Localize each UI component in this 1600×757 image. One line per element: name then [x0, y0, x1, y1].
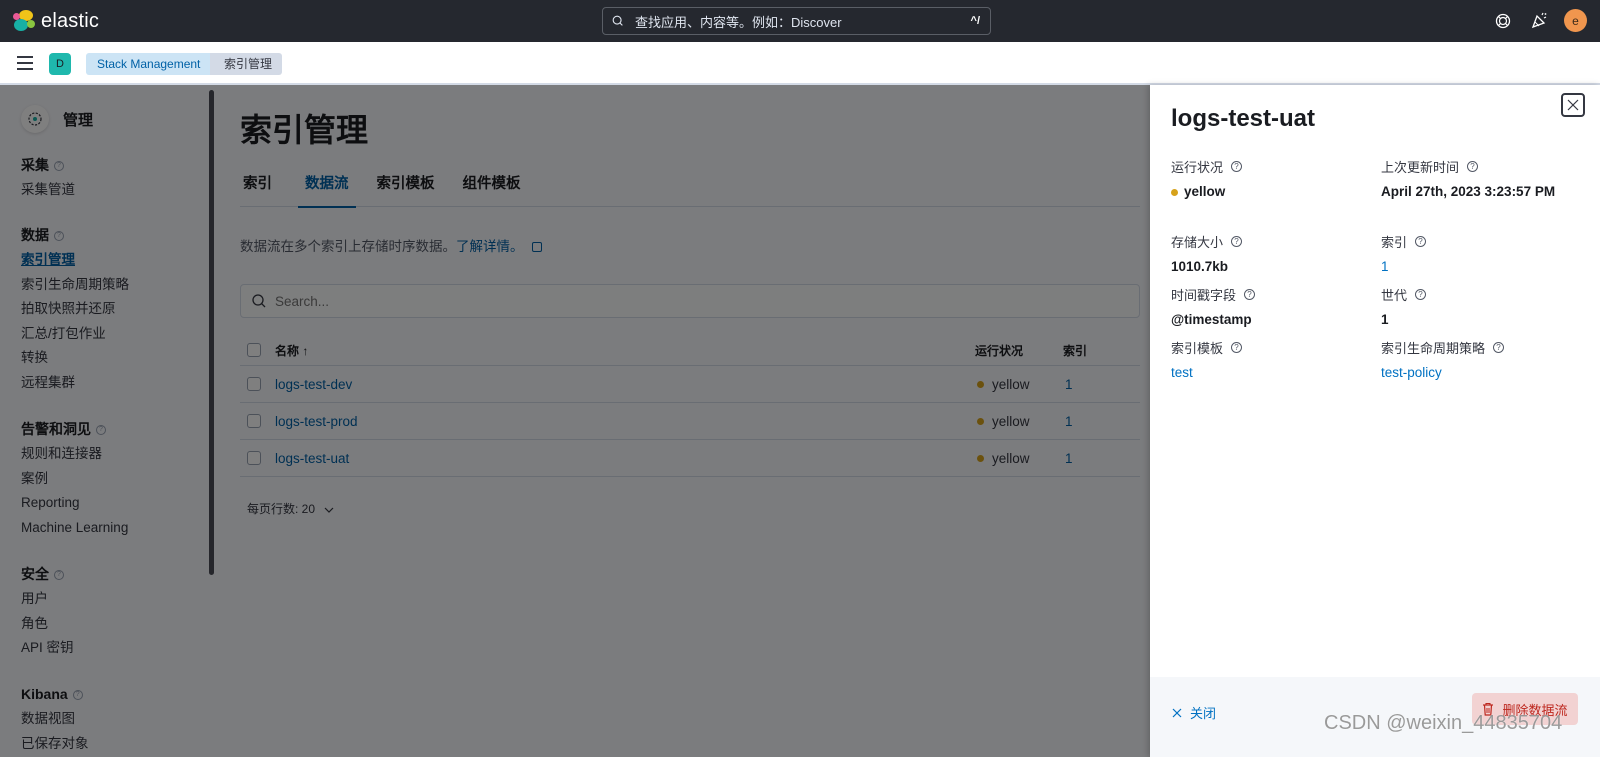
user-avatar[interactable]: e — [1564, 9, 1587, 32]
detail-health: 运行状况? yellow — [1171, 157, 1243, 203]
close-button[interactable]: 关闭 — [1172, 703, 1216, 722]
trash-icon — [1483, 702, 1494, 716]
storage-size-value: 1010.7kb — [1171, 259, 1229, 274]
close-icon — [1567, 99, 1579, 111]
menu-toggle-icon[interactable] — [17, 56, 33, 70]
close-icon — [1172, 708, 1182, 717]
detail-timestamp-field: 时间戳字段? @timestamp — [1171, 285, 1256, 331]
search-icon — [612, 15, 623, 26]
health-value: yellow — [1184, 184, 1226, 199]
help-icon[interactable]: ? — [1244, 289, 1256, 300]
space-selector[interactable]: D — [49, 53, 71, 75]
flyout-title: logs-test-uat — [1171, 105, 1315, 132]
search-placeholder: 查找应用、内容等。例如：Discover — [635, 14, 842, 30]
elastic-logo-icon — [13, 10, 35, 32]
indices-link[interactable]: 1 — [1381, 256, 1426, 278]
status-dot-icon — [1171, 189, 1178, 196]
detail-ilm-policy: 索引生命周期策略? test-policy — [1381, 338, 1505, 384]
generation-value: 1 — [1381, 312, 1389, 327]
sub-header: D Stack Management 索引管理 — [0, 42, 1600, 85]
keyboard-shortcut: ^/ — [970, 15, 980, 27]
ilm-policy-link[interactable]: test-policy — [1381, 362, 1504, 384]
help-icon[interactable]: ? — [1467, 161, 1479, 172]
global-search-input[interactable]: 查找应用、内容等。例如：Discover ^/ — [602, 7, 991, 35]
timestamp-field-value: @timestamp — [1171, 312, 1252, 327]
flyout-close-button[interactable] — [1561, 93, 1585, 117]
help-icon[interactable]: ? — [1415, 289, 1427, 300]
detail-index-template: 索引模板? test — [1171, 338, 1243, 384]
top-header: elastic 查找应用、内容等。例如：Discover ^/ e — [0, 0, 1600, 42]
detail-storage-size: 存储大小? 1010.7kb — [1171, 232, 1243, 278]
brand-name: elastic — [41, 9, 100, 32]
help-icon[interactable]: ? — [1493, 342, 1505, 353]
flyout-footer: 关闭 删除数据流 — [1150, 677, 1600, 757]
help-icon[interactable]: ? — [1231, 342, 1243, 353]
delete-data-stream-button[interactable]: 删除数据流 — [1472, 693, 1578, 725]
detail-indices: 索引? 1 — [1381, 232, 1427, 278]
elastic-logo[interactable]: elastic — [13, 10, 99, 33]
detail-generation: 世代? 1 — [1381, 285, 1427, 331]
index-template-link[interactable]: test — [1171, 362, 1242, 384]
breadcrumb-index-management: 索引管理 — [210, 53, 283, 75]
help-icon[interactable]: ? — [1231, 161, 1243, 172]
help-icon[interactable]: ? — [1231, 236, 1243, 247]
breadcrumb-stack-management[interactable]: Stack Management — [86, 53, 221, 75]
help-icon[interactable]: ? — [1415, 236, 1427, 247]
help-icon[interactable] — [1493, 11, 1513, 31]
detail-last-updated: 上次更新时间? April 27th, 2023 3:23:57 PM — [1381, 157, 1581, 203]
news-cheer-icon[interactable] — [1529, 11, 1549, 31]
data-stream-detail-flyout: logs-test-uat 运行状况? yellow 上次更新时间? April… — [1150, 85, 1600, 757]
last-updated-value: April 27th, 2023 3:23:57 PM — [1381, 184, 1556, 199]
